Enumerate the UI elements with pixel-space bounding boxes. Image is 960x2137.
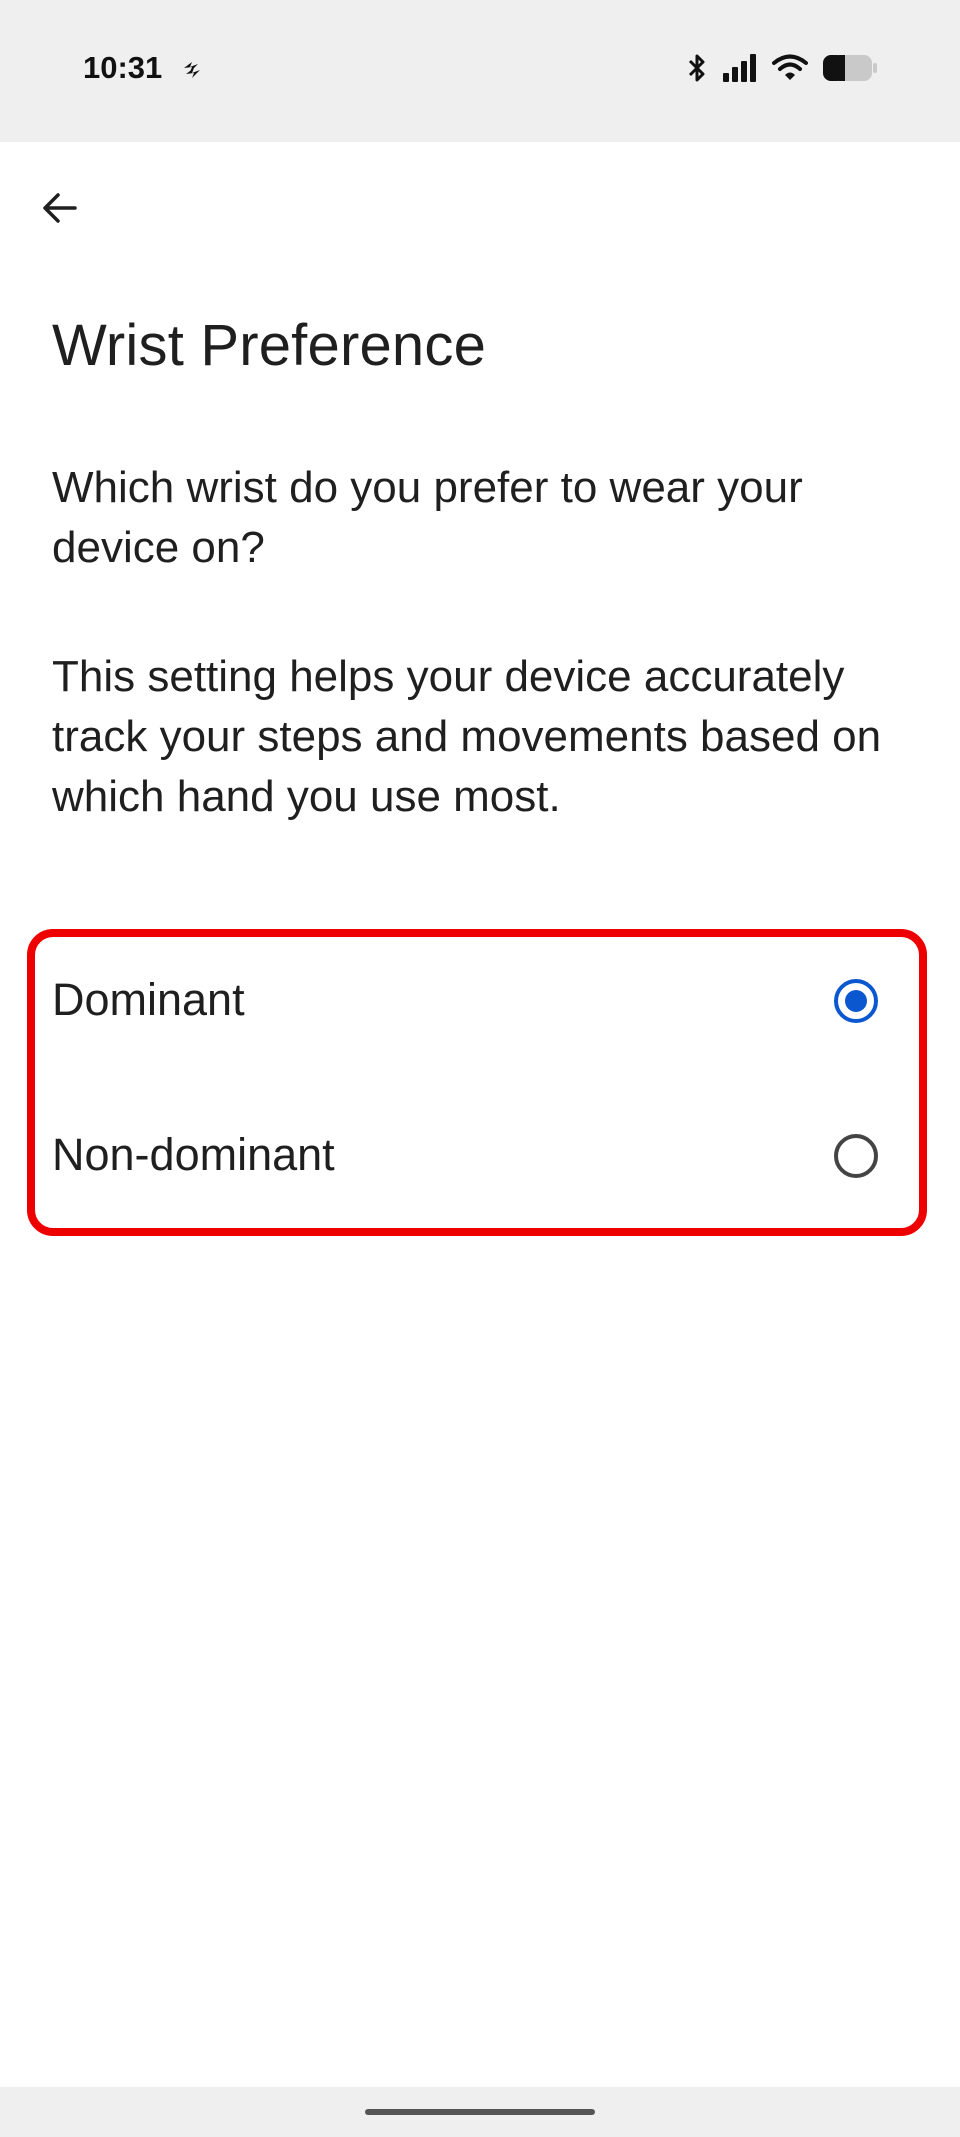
back-button[interactable] (28, 178, 92, 242)
option-label: Non-dominant (52, 1129, 335, 1180)
status-time: 10:31 (83, 50, 163, 85)
signal-icon (722, 53, 758, 83)
question-text: Which wrist do you prefer to wear your d… (52, 463, 803, 572)
status-icons (686, 52, 878, 84)
navigation-bar (0, 2087, 960, 2137)
radio-button-non-dominant[interactable] (834, 1134, 878, 1178)
description-text: This setting helps your device accuratel… (52, 652, 882, 821)
page-title: Wrist Preference (52, 313, 487, 378)
bluetooth-icon (686, 52, 708, 84)
option-non-dominant[interactable]: Non-dominant (0, 1095, 960, 1215)
wrist-preference-screen: 10:31 Wrist Preference Which wrist do yo… (0, 0, 960, 2137)
status-bar: 10:31 (0, 0, 960, 142)
option-label: Dominant (52, 974, 245, 1025)
radio-selected-dot (845, 990, 867, 1012)
home-indicator[interactable] (365, 2109, 595, 2115)
app-notification-icon (178, 56, 206, 84)
radio-button-dominant[interactable] (834, 979, 878, 1023)
app-header (0, 142, 960, 277)
option-dominant[interactable]: Dominant (0, 940, 960, 1060)
wifi-icon (772, 54, 808, 82)
arrow-back-icon (40, 188, 80, 233)
battery-icon (822, 53, 878, 83)
